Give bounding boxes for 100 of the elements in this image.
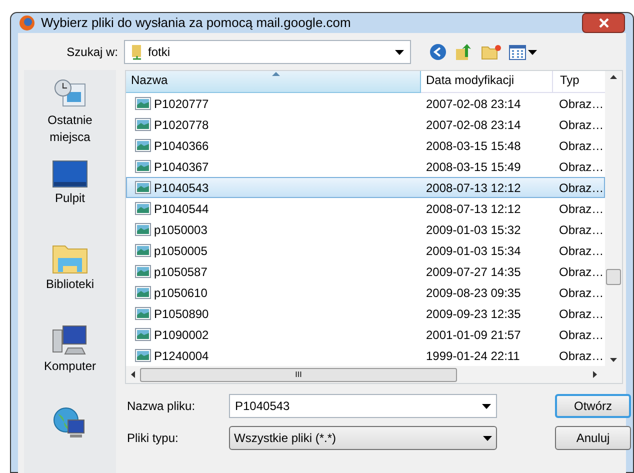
file-name: p1050587 [154, 264, 208, 280]
file-name: P1040367 [154, 158, 209, 176]
image-file-icon [135, 97, 151, 110]
sort-ascending-icon [272, 72, 280, 76]
image-file-icon [135, 181, 151, 194]
image-file-icon [135, 139, 151, 152]
column-header[interactable]: Nazwa [126, 71, 421, 93]
places-item[interactable]: Biblioteki [24, 240, 116, 322]
file-date: 2001-01-09 21:57 [425, 326, 522, 344]
file-row[interactable]: P1040367 2008-03-15 15:49 Obraz… [126, 156, 605, 177]
file-name: P1040543 [154, 180, 209, 196]
file-name: P1050890 [154, 306, 209, 322]
horizontal-scrollbar[interactable]: III [126, 366, 622, 383]
file-name-field[interactable]: P1040543 [229, 394, 497, 418]
image-file-icon [135, 307, 151, 320]
file-type-dropdown[interactable]: Wszystkie pliki (*.*) [229, 426, 497, 450]
caret-icon [482, 404, 491, 408]
image-file-icon [135, 286, 151, 299]
browser-logo-icon [19, 15, 35, 31]
file-name: P1040366 [154, 138, 209, 154]
caret-icon [395, 50, 404, 54]
scroll-thumb[interactable]: III [140, 368, 457, 382]
file-row[interactable]: P1050890 2009-09-23 12:35 Obraz… [126, 303, 605, 324]
file-date: 2008-03-15 15:49 [425, 158, 522, 176]
new-folder-icon[interactable] [481, 44, 501, 60]
column-header[interactable]: Data modyfikacji [421, 71, 553, 93]
window-title: Wybierz pliki do wysłania za pomocą mail.google.com [41, 14, 351, 32]
grid-view-icon [509, 44, 526, 60]
places-label: Komputer [42, 358, 98, 375]
file-date: 2009-07-27 14:35 [425, 264, 522, 280]
file-date: 2008-07-13 12:12 [425, 180, 522, 196]
file-row[interactable]: P1040544 2008-07-13 12:12 Obraz… [126, 198, 605, 219]
file-row[interactable]: P1020778 2007-02-08 23:14 Obraz… [126, 114, 605, 135]
file-type: Obraz… [558, 138, 604, 154]
caret-icon [483, 436, 492, 440]
look-in-dropdown[interactable]: fotki [124, 40, 411, 64]
file-row[interactable]: p1050587 2009-07-27 14:35 Obraz… [126, 261, 605, 282]
file-type: Obraz… [558, 116, 604, 134]
file-name: p1050610 [154, 284, 208, 302]
places-item[interactable]: Komputer [24, 322, 116, 404]
file-row[interactable]: P1020777 2007-02-08 23:14 Obraz… [126, 93, 605, 114]
image-file-icon [135, 349, 151, 362]
file-name: P1240004 [154, 348, 209, 364]
file-row[interactable]: P1040366 2008-03-15 15:48 Obraz… [126, 135, 605, 156]
look-in-label: Szukaj w: [66, 44, 119, 61]
places-label: Biblioteki [44, 276, 96, 293]
file-type: Obraz… [558, 284, 604, 302]
close-button[interactable] [582, 13, 625, 33]
file-date: 2009-08-23 09:35 [425, 284, 522, 302]
scroll-thumb[interactable] [606, 269, 621, 285]
file-date: 2008-03-15 15:48 [425, 138, 522, 154]
desktop-icon [52, 160, 88, 188]
image-file-icon [135, 244, 151, 257]
scroll-left-icon [131, 371, 135, 378]
file-row[interactable]: P1090002 2001-01-09 21:57 Obraz… [126, 324, 605, 345]
file-type: Obraz… [558, 158, 604, 176]
file-date: 2009-09-23 12:35 [425, 306, 522, 322]
scroll-up-icon [610, 75, 617, 79]
file-name: P1090002 [154, 326, 209, 344]
file-name: P1020778 [154, 116, 209, 134]
file-row[interactable]: p1050005 2009-01-03 15:34 Obraz… [126, 240, 605, 261]
image-file-icon [135, 328, 151, 341]
image-file-icon [135, 118, 151, 131]
file-type: Obraz… [558, 200, 604, 218]
look-in-value: fotki [148, 44, 170, 61]
file-type: Obraz… [558, 264, 604, 280]
dialog-button[interactable]: Otwórz [555, 394, 631, 418]
file-type: Obraz… [558, 348, 604, 364]
places-label: Pulpit [54, 190, 86, 207]
file-type: Obraz… [558, 96, 604, 112]
places-item[interactable]: Ostatnie miejsca [24, 76, 116, 158]
places-item[interactable]: Pulpit [24, 158, 116, 240]
file-name: p1050003 [154, 222, 208, 238]
folder-up-icon[interactable] [455, 43, 473, 61]
computer-icon [52, 324, 88, 356]
file-row[interactable]: p1050003 2009-01-03 15:32 Obraz… [126, 219, 605, 240]
file-row[interactable]: P1040543 2008-07-13 12:12 Obraz… [126, 177, 605, 198]
file-date: 2009-01-03 15:32 [425, 222, 522, 238]
file-row[interactable]: p1050610 2009-08-23 09:35 Obraz… [126, 282, 605, 303]
image-file-icon [135, 160, 151, 173]
back-icon[interactable] [429, 43, 447, 61]
file-type: Obraz… [558, 326, 604, 344]
vertical-scrollbar[interactable] [605, 71, 622, 366]
caret-icon [528, 50, 537, 54]
file-name-label: Nazwa pliku: [126, 398, 196, 415]
scroll-right-icon [593, 371, 597, 378]
file-row[interactable]: P1240004 1999-01-24 22:11 Obraz… [126, 345, 605, 366]
file-name: P1040544 [154, 200, 209, 218]
file-name: p1050005 [154, 242, 208, 260]
image-file-icon [135, 223, 151, 236]
file-type: Obraz… [558, 306, 604, 322]
file-date: 2007-02-08 23:14 [425, 96, 522, 112]
dialog-button[interactable]: Anuluj [555, 426, 631, 450]
file-type: Obraz… [558, 180, 604, 196]
scroll-down-icon [610, 358, 617, 362]
folder-icon [131, 44, 143, 60]
image-file-icon [135, 202, 151, 215]
view-menu-button[interactable] [509, 44, 537, 60]
places-label: Ostatnie miejsca [46, 112, 94, 146]
file-date: 2008-07-13 12:12 [425, 200, 522, 218]
